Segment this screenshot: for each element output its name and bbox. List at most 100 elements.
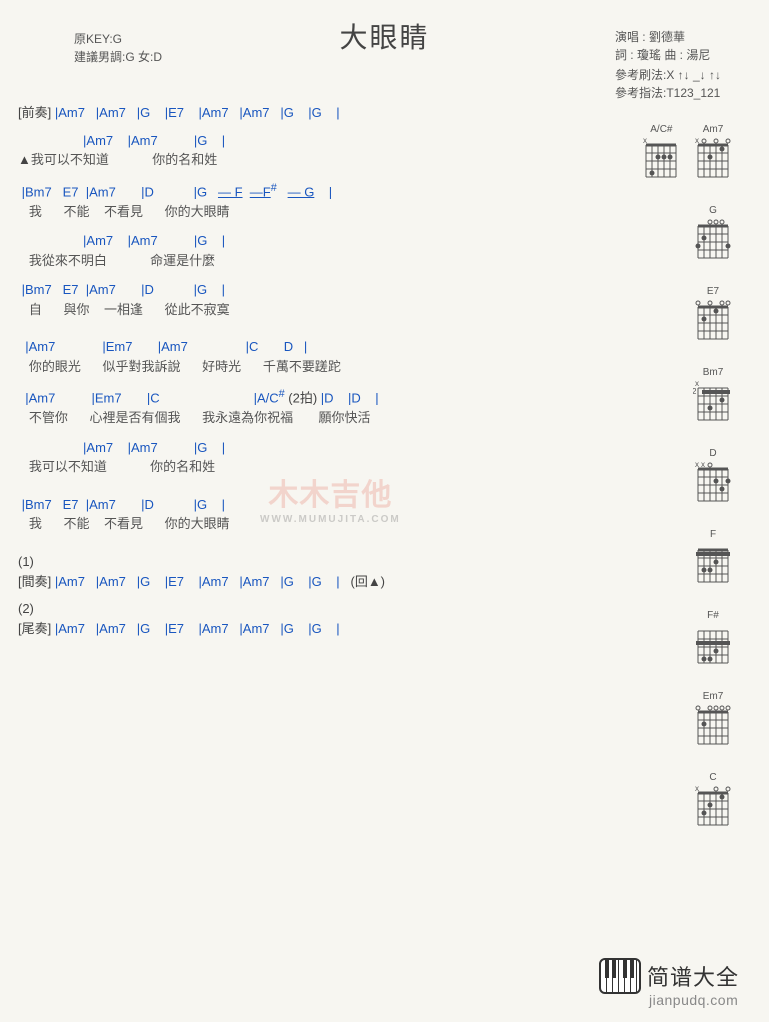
chord: |Am7 [83,133,113,148]
chord: |Bm7 [22,184,52,199]
chord: |Am7 [128,233,158,248]
composer: 湯尼 [686,48,710,62]
return-marker: (回▲) [350,574,385,589]
svg-text:x: x [695,461,699,469]
chord-diagram-f: F [693,529,733,590]
chord-name: D [693,448,733,459]
chord: |G [194,282,208,297]
intro-chord: |Am7 [96,105,126,120]
chord: |E7 [165,574,184,589]
chord-name: G [693,205,733,216]
chord: |G [308,574,322,589]
chord: |C [246,339,259,354]
chord: |Am7 [158,339,188,354]
bar: | [336,574,343,589]
chord: |D [141,282,154,297]
svg-text:2: 2 [693,387,697,396]
bar: | [222,440,225,455]
chord-diagram-fsharp: F# [693,610,733,671]
inter-label: [間奏] [18,574,55,589]
suggested-key: 建議男調:G 女:D [74,48,162,66]
chord: |D [348,391,361,406]
perf-label: 演唱 : [615,30,649,44]
chord: |Am7 [239,574,269,589]
lyrics-chords-area: [前奏] |Am7 |Am7 |G |E7 |Am7 |Am7 |G |G | … [18,104,618,637]
lyric-line: 我可以不知道 你的名和姓 [18,458,618,476]
lyric-line: 不管你 心裡是否有個我 我永遠為你祝福 願你快活 [18,409,618,427]
chord: |Bm7 [22,497,52,512]
section-number: (1) [18,553,618,571]
chord: |D [321,391,334,406]
strum-label: 參考刷法: [615,68,666,82]
chord: |Em7 [102,339,132,354]
chord: |G [194,133,208,148]
chord: |G [194,440,208,455]
chord: |Am7 [55,574,85,589]
chord: |Am7 [96,574,126,589]
intro-chord: |G [280,105,294,120]
chord: |G [194,497,208,512]
lyric-label: 詞 : [615,48,637,62]
chord-name: F# [693,610,733,621]
chord-name: Bm7 [693,367,733,378]
chord-name: E7 [693,286,733,297]
intro-line: [前奏] |Am7 |Am7 |G |E7 |Am7 |Am7 |G |G | [18,104,618,122]
bar: | [222,233,225,248]
chord: |D [141,497,154,512]
svg-text:x: x [695,137,699,145]
chord-name: Am7 [693,124,733,135]
outro-line: [尾奏] |Am7 |Am7 |G |E7 |Am7 |Am7 |G |G | [18,620,618,638]
chord-name: A/C# [641,124,681,135]
chord-name: Em7 [693,691,733,702]
lyricist: 瓊瑤 [637,48,661,62]
passing-chord: — F [218,184,243,199]
chord: |G [280,621,294,636]
brand-url: jianpudq.com [649,992,739,1008]
original-key: 原KEY:G [74,30,162,48]
beats-note: (2拍) [285,391,318,406]
chord: |G [280,574,294,589]
sharp-sign: # [271,182,277,194]
chord: E7 [63,184,79,199]
svg-text:x: x [695,380,699,388]
chord: |Am7 [83,440,113,455]
pick-label: 參考指法: [615,86,666,100]
intro-chord: |E7 [165,105,184,120]
chord: |Am7 [198,621,228,636]
footer: 简谱大全 jianpudq.com [599,958,739,1008]
chord: |D [141,184,154,199]
repeat-marker: ▲ [18,152,31,167]
bar: | [329,184,332,199]
chord: C [269,391,278,406]
interlude-line: [間奏] |Am7 |Am7 |G |E7 |Am7 |Am7 |G |G | … [18,573,618,591]
meta-right: 演唱 : 劉德華 詞 : 瓊瑤 曲 : 湯尼 參考刷法:X ↑↓ _↓ ↑↓ 參… [615,28,721,102]
meta-left: 原KEY:G 建議男調:G 女:D [74,30,162,66]
chord-diagram-bm7: Bm7 2x [693,367,733,428]
chord: |G [194,233,208,248]
chord: |Am7 [198,574,228,589]
intro-chord: |Am7 [198,105,228,120]
chord: |Em7 [91,391,121,406]
svg-text:x: x [701,461,705,469]
bar: | [222,133,225,148]
chord: |Bm7 [22,282,52,297]
section-number: (2) [18,600,618,618]
intro-chord: |G [137,105,151,120]
chord-diagram-am7: Am7 x [693,124,733,185]
chord-diagram-c: Cx [693,772,733,833]
chord: |Am7 [86,497,116,512]
lyric-line: 我可以不知道 你的名和姓 [31,152,217,167]
chord-diagram-a-csharp: A/C#x [641,124,681,185]
chord: |A/ [254,391,270,406]
bar: | [336,105,339,120]
chord: E7 [63,282,79,297]
comp-label: 曲 : [661,48,686,62]
lyric-line: 你的眼光 似乎對我訴說 好時光 千萬不要蹉跎 [18,358,618,376]
bar: | [304,339,307,354]
chord: |G [194,184,208,199]
strum-pattern: X ↑↓ _↓ ↑↓ [666,68,721,82]
chord-diagram-e7: E7 [693,286,733,347]
chord: |Am7 [55,621,85,636]
passing-chord: —F [250,184,271,199]
chord-diagram-d: Dxx [693,448,733,509]
